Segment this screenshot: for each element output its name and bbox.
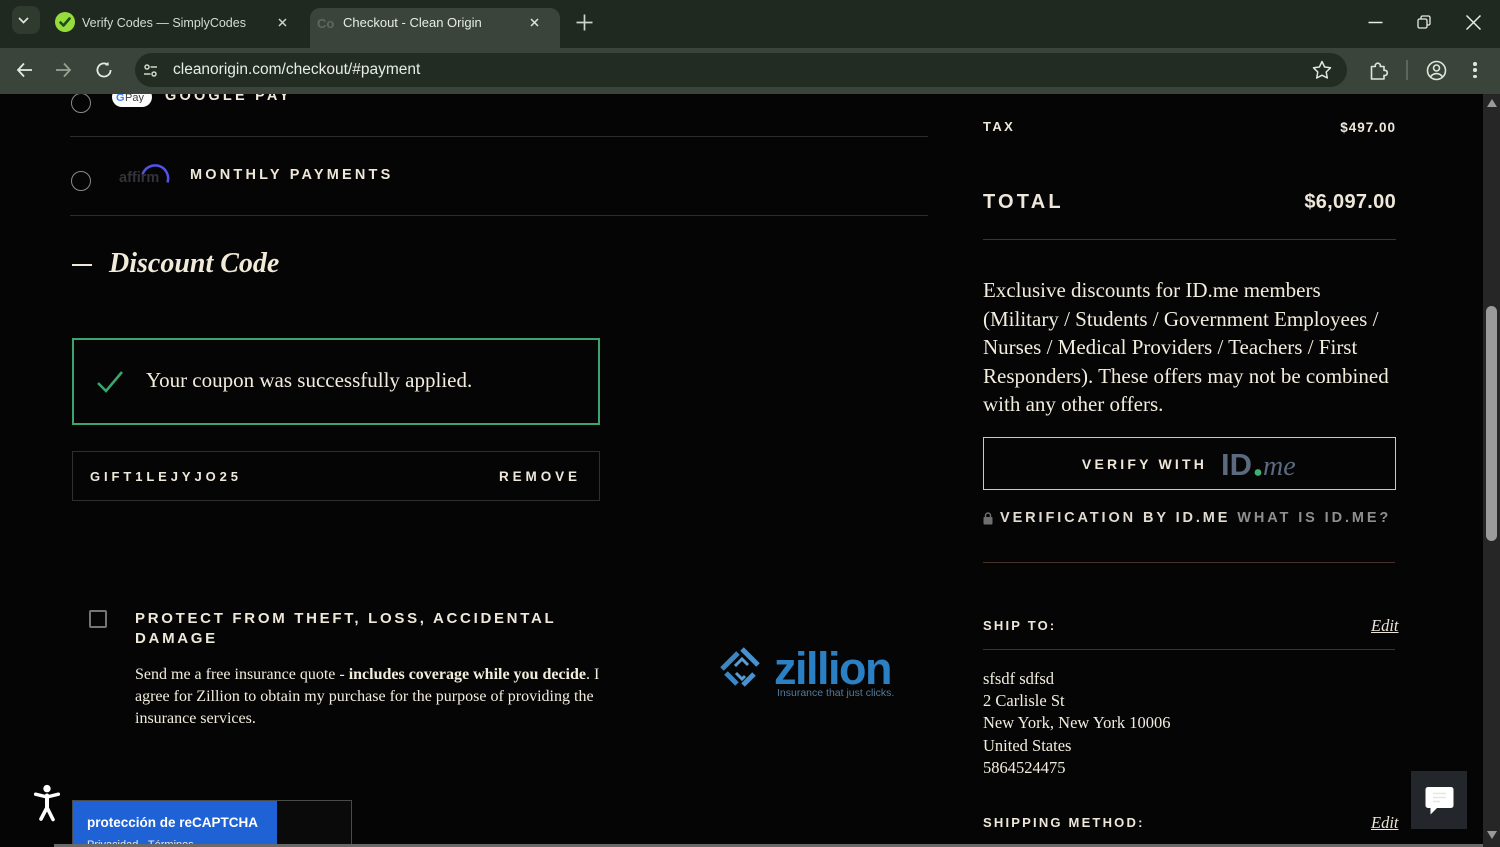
svg-text:affirm: affirm [119,170,159,186]
svg-text:ID: ID [1221,447,1252,482]
svg-text:Insurance that just clicks.: Insurance that just clicks. [777,687,894,699]
svg-text:me: me [1263,451,1296,482]
